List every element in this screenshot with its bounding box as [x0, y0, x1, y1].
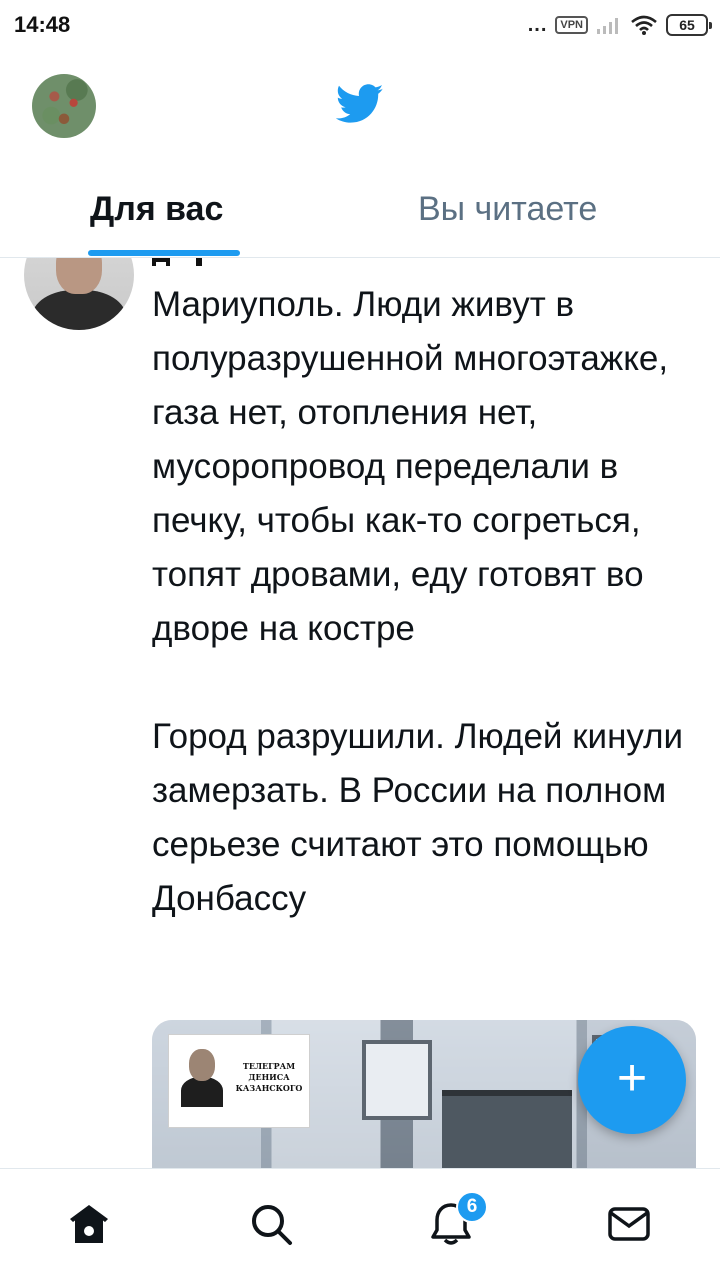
media-window: [362, 1040, 432, 1120]
active-tab-indicator: [88, 250, 240, 256]
tweet-text: Мариуполь. Люди живут в полуразрушенной …: [152, 285, 684, 918]
tweet-author-avatar[interactable]: [24, 258, 134, 330]
search-icon[interactable]: [246, 1199, 296, 1249]
status-bar: 14:48 ... VPN 65: [0, 0, 720, 52]
home-icon[interactable]: [64, 1199, 114, 1249]
media-watermark-badge: ТЕЛЕГРАМ ДЕНИСА КАЗАНСКОГО: [168, 1034, 310, 1128]
media-balcony: [442, 1090, 572, 1168]
tab-following[interactable]: Вы читаете: [418, 190, 597, 229]
profile-avatar[interactable]: [32, 74, 96, 138]
mail-icon[interactable]: [604, 1199, 654, 1249]
more-dots-icon: ...: [527, 14, 548, 36]
avatar-body-shape: [32, 290, 126, 330]
author-name-fragment: [152, 258, 170, 266]
author-name-fragment-2: [196, 258, 202, 266]
status-time: 14:48: [14, 12, 71, 37]
battery-icon: 65: [666, 14, 712, 36]
bottom-navigation: 6: [0, 1168, 720, 1280]
tab-for-you[interactable]: Для вас: [90, 190, 223, 229]
status-icons: ... VPN 65: [527, 10, 712, 40]
signal-icon: [597, 18, 618, 34]
app-header: [0, 52, 720, 160]
compose-tweet-button[interactable]: +: [578, 1026, 686, 1134]
twitter-bird-icon[interactable]: [336, 84, 384, 124]
watermark-portrait: [181, 1049, 223, 1107]
avatar-head-shape: [56, 258, 102, 294]
watermark-text: ТЕЛЕГРАМ ДЕНИСА КАЗАНСКОГО: [235, 1061, 303, 1093]
timeline-tabs: Для вас Вы читаете: [0, 160, 720, 258]
wifi-icon: [631, 15, 657, 35]
notifications-badge: 6: [456, 1191, 488, 1223]
vpn-icon: VPN: [555, 16, 588, 34]
